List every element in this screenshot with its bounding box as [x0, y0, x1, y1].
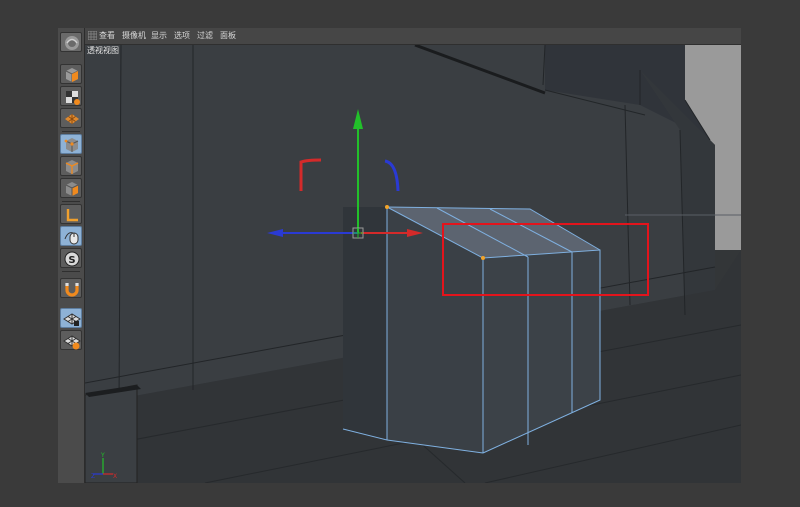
- workplane-lock-icon[interactable]: [60, 308, 82, 328]
- svg-text:S: S: [68, 255, 75, 266]
- menu-display[interactable]: 显示: [151, 31, 167, 41]
- svg-text:X: X: [113, 473, 117, 480]
- viewport-menubar: 查看 摄像机 显示 选项 过滤 面板: [85, 28, 741, 45]
- toolbar-divider: [62, 271, 80, 272]
- axis-mode-icon[interactable]: [60, 204, 82, 224]
- polygons-mode-icon[interactable]: [60, 178, 82, 198]
- selected-vertex[interactable]: [385, 205, 389, 209]
- svg-text:Y: Y: [100, 452, 105, 459]
- checker-cube-icon[interactable]: [60, 86, 82, 106]
- edges-mode-icon[interactable]: [60, 156, 82, 176]
- cube-primitive-icon[interactable]: [60, 64, 82, 84]
- selected-mesh[interactable]: [342, 205, 601, 454]
- mesh-left-face: [343, 207, 387, 440]
- workplane-axis-icon[interactable]: [60, 330, 82, 350]
- scene-canvas[interactable]: [85, 45, 741, 483]
- toolbar-divider: [62, 131, 80, 132]
- svg-text:Z: Z: [91, 473, 95, 480]
- snap-magnet-icon[interactable]: [60, 278, 82, 298]
- menu-camera[interactable]: 摄像机: [122, 31, 146, 41]
- menu-options[interactable]: 选项: [174, 31, 190, 41]
- selected-vertex[interactable]: [481, 256, 485, 260]
- viewport-title: 透视视图: [87, 46, 119, 55]
- panel-grip-icon[interactable]: [88, 31, 97, 40]
- axis-triad-icon: Z X Y: [91, 452, 117, 480]
- app-logo-icon[interactable]: [60, 32, 82, 52]
- texture-grid-icon[interactable]: [60, 108, 82, 128]
- points-mode-icon[interactable]: [60, 134, 82, 154]
- toolbar-divider: [62, 201, 80, 202]
- tweak-mode-icon[interactable]: [60, 226, 82, 246]
- perspective-viewport[interactable]: 透视视图 Z X Y: [85, 45, 741, 483]
- solo-icon[interactable]: S: [60, 248, 82, 268]
- menu-view[interactable]: 查看: [99, 31, 115, 41]
- menu-panel[interactable]: 面板: [220, 31, 236, 41]
- left-toolbar: S: [58, 28, 85, 483]
- menu-filter[interactable]: 过滤: [197, 31, 213, 41]
